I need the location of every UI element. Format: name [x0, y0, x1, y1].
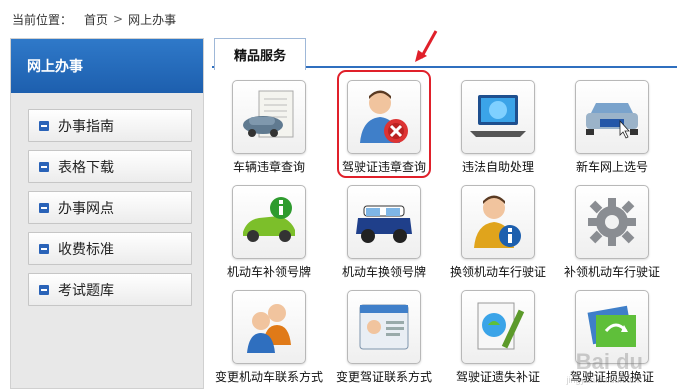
service-change-vehicle-contact[interactable]: 变更机动车联系方式: [213, 290, 325, 385]
breadcrumb-separator: >: [113, 12, 124, 26]
sidebar-item-label: 收费标准: [58, 241, 114, 258]
service-label: 换领机动车行驶证: [449, 265, 546, 279]
sidebar-item-offices[interactable]: 办事网点: [28, 191, 192, 224]
minus-bullet-icon: [39, 120, 49, 131]
sidebar-item-exam-bank[interactable]: 考试题库: [28, 273, 192, 306]
service-motor-plate-exchange[interactable]: 机动车换领号牌: [328, 185, 440, 280]
green-car-info-icon: [232, 185, 306, 259]
person-info-icon: [461, 185, 535, 259]
people-group-icon: [232, 290, 306, 364]
service-label: 机动车换领号牌: [341, 265, 426, 279]
minus-bullet-icon: [39, 243, 49, 254]
service-label: 新车网上选号: [575, 160, 648, 174]
sidebar-menu: 办事指南 表格下载 办事网点 收费标准 考试题库: [11, 93, 203, 306]
sidebar-title: 网上办事: [11, 39, 203, 93]
minus-bullet-icon: [39, 202, 49, 213]
breadcrumb-home-link[interactable]: 首页: [84, 11, 108, 28]
service-label: 补领机动车行驶证: [563, 265, 660, 279]
service-label: 违法自助处理: [461, 160, 534, 174]
watermark-logo: Bai du: [575, 349, 643, 374]
new-car-plate-select-icon: [575, 80, 649, 154]
service-vehicle-violation-query[interactable]: 车辆违章查询: [213, 80, 325, 175]
sidebar: 网上办事 办事指南 表格下载 办事网点 收费标准 考试题库: [10, 38, 204, 389]
gear-icon: [575, 185, 649, 259]
car-violation-query-icon: [232, 80, 306, 154]
sidebar-item-fees[interactable]: 收费标准: [28, 232, 192, 265]
id-card-icon: [347, 290, 421, 364]
highlight-box: [337, 70, 431, 178]
service-new-car-plate-select[interactable]: 新车网上选号: [556, 80, 668, 175]
service-driving-license-exchange[interactable]: 换领机动车行驶证: [442, 185, 554, 280]
breadcrumb-current-link[interactable]: 网上办事: [128, 11, 176, 28]
watermark-url: jingyan.baidu.com: [566, 375, 639, 385]
breadcrumb-prefix: 当前位置：: [12, 12, 73, 27]
sidebar-item-label: 表格下载: [58, 159, 114, 176]
sidebar-item-forms[interactable]: 表格下载: [28, 150, 192, 183]
service-motor-plate-reissue[interactable]: 机动车补领号牌: [213, 185, 325, 280]
sidebar-item-guide[interactable]: 办事指南: [28, 109, 192, 142]
service-driving-license-reissue[interactable]: 补领机动车行驶证: [556, 185, 668, 280]
service-license-lost-reissue[interactable]: 驾驶证遗失补证: [442, 290, 554, 385]
service-label: 变更机动车联系方式: [214, 370, 323, 384]
tab-bar: 精品服务: [212, 38, 677, 70]
sidebar-item-label: 办事指南: [58, 118, 114, 135]
service-change-license-contact[interactable]: 变更驾证联系方式: [328, 290, 440, 385]
tab-premium-services[interactable]: 精品服务: [214, 38, 306, 70]
sidebar-item-label: 考试题库: [58, 282, 114, 299]
laptop-self-service-icon: [461, 80, 535, 154]
service-self-service-handling[interactable]: 违法自助处理: [442, 80, 554, 175]
sidebar-item-label: 办事网点: [58, 200, 114, 217]
document-pen-icon: [461, 290, 535, 364]
breadcrumb: 当前位置： 首页 > 网上办事: [0, 0, 677, 38]
service-label: 变更驾证联系方式: [335, 370, 432, 384]
minus-bullet-icon: [39, 284, 49, 295]
red-arrow-icon: [415, 30, 438, 62]
service-label: 车辆违章查询: [232, 160, 305, 174]
mini-car-icon: [347, 185, 421, 259]
minus-bullet-icon: [39, 161, 49, 172]
service-label: 机动车补领号牌: [226, 265, 311, 279]
service-label: 驾驶证遗失补证: [455, 370, 540, 384]
